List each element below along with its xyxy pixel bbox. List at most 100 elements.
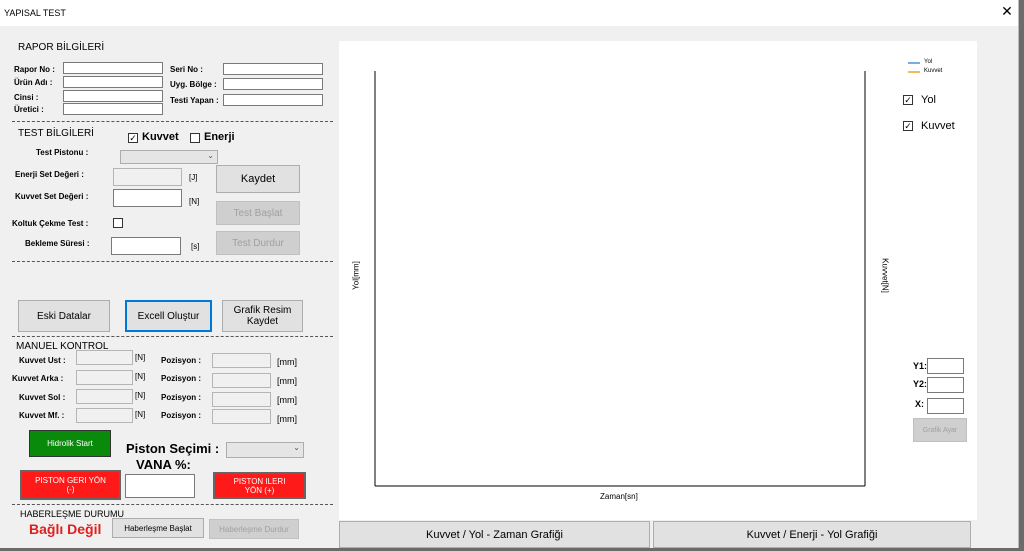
seri-no-label: Seri No :	[170, 65, 203, 74]
kuvvet-mf-label: Kuvvet Mf. :	[19, 411, 65, 420]
haberlesme-durdur-button[interactable]: Haberleşme Durdur	[209, 519, 299, 539]
hidrolik-start-button[interactable]: Hidrolik Start	[29, 430, 111, 457]
chart-panel: Yol Kuvvet Zaman[sn] Yol[mm] Kuvvet[N] ✓…	[339, 41, 977, 520]
legend-kuvvet: Kuvvet	[924, 68, 943, 74]
piston-geri-button[interactable]: PISTON GERI YÖN (-)	[20, 470, 121, 500]
uyg-bolge-input[interactable]	[223, 78, 323, 90]
kuvvet-set-input[interactable]	[113, 189, 182, 207]
window-title: YAPISAL TEST	[4, 8, 66, 18]
enerji-set-input[interactable]	[113, 168, 182, 186]
kuvvet-ust-label: Kuvvet Ust :	[19, 356, 66, 365]
piston-secimi-label: Piston Seçimi :	[126, 441, 220, 456]
grafik-ayar-button[interactable]: Grafik Ayar	[913, 418, 967, 442]
test-baslat-button[interactable]: Test Başlat	[216, 201, 300, 225]
piston-secimi-select[interactable]: ⌄	[226, 442, 304, 458]
y1-input[interactable]	[927, 358, 964, 374]
legend-yol: Yol	[924, 59, 933, 65]
tab-kuvvet-enerji-yol[interactable]: Kuvvet / Enerji - Yol Grafiği	[653, 521, 971, 548]
cinsi-label: Cinsi :	[14, 93, 39, 102]
koltuk-checkbox[interactable]	[113, 218, 123, 228]
divider	[12, 336, 333, 337]
kuvvet-series-checkbox[interactable]: ✓	[903, 121, 913, 131]
rapor-heading: RAPOR BİLGİLERİ	[18, 42, 105, 53]
piston-ileri-button[interactable]: PISTON ILERI YÖN (+)	[213, 472, 306, 499]
haberlesme-baslat-button[interactable]: Haberleşme Başlat	[112, 518, 204, 538]
kuvvet-sol-unit: [N]	[135, 391, 146, 400]
y2-input[interactable]	[927, 377, 964, 393]
pozisyon-3-value	[212, 392, 271, 407]
kuvvet-checkbox[interactable]: ✓	[128, 133, 138, 143]
pozisyon-4-value	[212, 409, 271, 424]
rapor-no-label: Rapor No :	[14, 65, 55, 74]
chevron-down-icon: ⌄	[207, 151, 214, 160]
check-icon: ✓	[904, 121, 912, 131]
pozisyon-3-unit: [mm]	[277, 395, 297, 405]
chevron-down-icon: ⌄	[293, 443, 300, 452]
kuvvet-mf-unit: [N]	[135, 410, 146, 419]
test-heading: TEST BİLGİLERİ	[18, 128, 94, 139]
kaydet-button[interactable]: Kaydet	[216, 165, 300, 193]
x-axis-label: Zaman[sn]	[600, 492, 638, 501]
excel-olustur-button[interactable]: Excell Oluştur	[125, 300, 212, 332]
pozisyon-4-unit: [mm]	[277, 414, 297, 424]
testi-yapan-input[interactable]	[223, 94, 323, 106]
uretici-input[interactable]	[63, 103, 163, 115]
urun-adi-label: Ürün Adı :	[14, 78, 53, 87]
check-icon: ✓	[129, 133, 137, 143]
kuvvet-sol-value	[76, 389, 133, 404]
x-label: X:	[915, 399, 924, 409]
urun-adi-input[interactable]	[63, 76, 163, 88]
kuvvet-checkbox-label: Kuvvet	[142, 131, 179, 143]
kuvvet-ust-unit: [N]	[135, 353, 146, 362]
kuvvet-mf-value	[76, 408, 133, 423]
bekleme-label: Bekleme Süresi :	[25, 239, 90, 248]
test-pistonu-select[interactable]: ⌄	[120, 150, 218, 164]
cinsi-input[interactable]	[63, 90, 163, 102]
title-bar: YAPISAL TEST ✕	[0, 0, 1018, 26]
kuvvet-arka-value	[76, 370, 133, 385]
uretici-label: Üretici :	[14, 105, 44, 114]
vana-input[interactable]	[125, 474, 195, 498]
rapor-no-input[interactable]	[63, 62, 163, 74]
kuvvet-series-checkbox-label: Kuvvet	[921, 120, 955, 132]
vana-label: VANA %:	[136, 457, 191, 472]
y-axis-label: Yol[mm]	[351, 261, 361, 290]
kuvvet-set-label: Kuvvet Set Değeri :	[15, 192, 89, 201]
piston-ileri-line1: PISTON ILERI	[233, 476, 286, 486]
kuvvet-sol-label: Kuvvet Sol :	[19, 393, 66, 402]
pozisyon-1-value	[212, 353, 271, 368]
yol-checkbox-label: Yol	[921, 94, 936, 106]
pozisyon-2-value	[212, 373, 271, 388]
pozisyon-1-label: Pozisyon :	[161, 356, 202, 365]
connection-status: Bağlı Değil	[29, 521, 102, 537]
bekleme-unit: [s]	[191, 242, 200, 251]
grafik-resim-line1: Grafik Resim	[233, 305, 292, 316]
uyg-bolge-label: Uyg. Bölge :	[170, 80, 217, 89]
kuvvet-arka-unit: [N]	[135, 372, 146, 381]
koltuk-label: Koltuk Çekme Test :	[12, 219, 89, 228]
piston-geri-line1: PISTON GERI YÖN	[35, 476, 106, 485]
bekleme-input[interactable]	[111, 237, 181, 255]
kuvvet-arka-label: Kuvvet Arka :	[12, 374, 64, 383]
enerji-unit: [J]	[189, 173, 198, 182]
enerji-checkbox-label: Enerji	[204, 131, 235, 143]
pozisyon-2-unit: [mm]	[277, 376, 297, 386]
pozisyon-2-label: Pozisyon :	[161, 374, 202, 383]
eski-datalar-button[interactable]: Eski Datalar	[18, 300, 110, 332]
pozisyon-3-label: Pozisyon :	[161, 393, 202, 402]
tab-kuvvet-yol-zaman[interactable]: Kuvvet / Yol - Zaman Grafiği	[339, 521, 650, 548]
y2-label: Y2:	[913, 379, 928, 389]
x-input[interactable]	[927, 398, 964, 414]
divider	[12, 121, 333, 122]
grafik-resim-kaydet-button[interactable]: Grafik Resim Kaydet	[222, 300, 303, 332]
yol-checkbox[interactable]: ✓	[903, 95, 913, 105]
close-icon[interactable]: ✕	[1000, 4, 1014, 18]
piston-geri-line2: (-)	[66, 485, 75, 494]
y1-label: Y1:	[913, 361, 928, 371]
check-icon: ✓	[904, 95, 912, 105]
piston-ileri-line2: YÖN (+)	[244, 485, 275, 495]
seri-no-input[interactable]	[223, 63, 323, 75]
enerji-checkbox[interactable]	[190, 133, 200, 143]
kuvvet-unit: [N]	[189, 197, 200, 206]
test-durdur-button[interactable]: Test Durdur	[216, 231, 300, 255]
